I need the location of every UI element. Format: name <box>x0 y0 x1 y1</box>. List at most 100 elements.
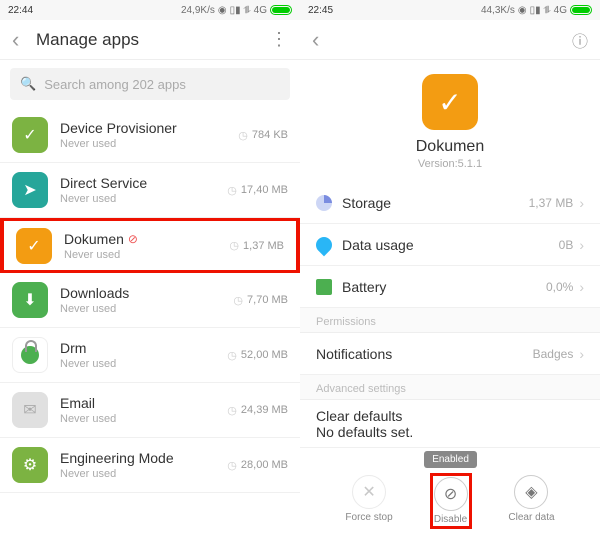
chevron-right-icon: › <box>579 237 584 253</box>
app-card: ✓ Dokumen Version:5.1.1 <box>300 60 600 182</box>
action-bar: ✕ Force stop Enabled ⊘ Disable ◈ Clear d… <box>300 475 600 527</box>
app-row[interactable]: ⚙Engineering ModeNever used◷ 28,00 MB <box>0 438 300 493</box>
app-row[interactable]: DrmNever used◷ 52,00 MB <box>0 328 300 383</box>
row-battery[interactable]: Battery 0,0% › <box>300 266 600 308</box>
app-size: ◷ 784 KB <box>238 129 288 142</box>
back-icon[interactable]: ‹ <box>12 27 30 53</box>
app-row[interactable]: ➤ Direct Service Never used◷ 17,40 MB <box>0 163 300 218</box>
app-size: ◷ 52,00 MB <box>227 349 288 362</box>
chevron-right-icon: › <box>579 346 584 362</box>
status-time: 22:45 <box>308 5 333 16</box>
clock-icon: ◷ <box>238 129 248 142</box>
page-title: Manage apps <box>36 30 139 50</box>
clock-icon: ◷ <box>233 294 243 307</box>
battery-icon <box>270 5 292 15</box>
tooltip: Enabled <box>424 451 477 468</box>
wifi-icon: ◉ <box>518 5 527 16</box>
app-text: DrmNever used <box>60 340 227 370</box>
status-time: 22:44 <box>8 5 33 16</box>
signal-icon: ▯▮ ⥮ <box>230 5 251 16</box>
battery-icon <box>570 5 592 15</box>
search-input[interactable]: 🔍 Search among 202 apps <box>10 68 290 100</box>
row-label: Notifications <box>316 346 392 362</box>
forbid-icon: ⊘ <box>434 477 468 511</box>
row-label: Clear defaults <box>316 408 402 424</box>
erase-icon: ◈ <box>514 475 548 509</box>
chevron-right-icon: › <box>579 195 584 211</box>
app-size: ◷ 1,37 MB <box>229 239 284 252</box>
clock-icon: ◷ <box>227 459 237 472</box>
app-icon: ✓ <box>16 228 52 264</box>
app-name: Downloads <box>60 285 233 301</box>
app-text: Engineering Mode Never used <box>60 450 227 480</box>
clock-icon: ◷ <box>229 239 239 252</box>
app-icon: ➤ <box>12 172 48 208</box>
manage-apps-screen: 22:44 24,9K/s ◉ ▯▮ ⥮ 4G ‹ Manage apps ⋮ … <box>0 0 300 533</box>
row-data-usage[interactable]: Data usage 0B › <box>300 224 600 266</box>
force-stop-button[interactable]: ✕ Force stop <box>345 475 392 527</box>
app-row[interactable]: ✉EmailNever used◷ 24,39 MB <box>0 383 300 438</box>
app-sub: Never used <box>64 249 229 261</box>
app-sub: Never used <box>60 193 227 205</box>
app-detail-screen: 22:45 44,3K/s ◉ ▯▮ ⥮ 4G ‹ ⓘ ✓ Dokumen Ve… <box>300 0 600 533</box>
app-version: Version:5.1.1 <box>418 158 482 170</box>
row-label: Battery <box>342 279 386 295</box>
network-label: 4G <box>254 5 267 16</box>
app-name: Drm <box>60 340 227 356</box>
app-size: ◷ 17,40 MB <box>227 184 288 197</box>
app-row[interactable]: ✓ Device Provisioner Never used◷ 784 KB <box>0 108 300 163</box>
clear-data-button[interactable]: ◈ Clear data <box>508 475 554 527</box>
app-text: Direct Service Never used <box>60 175 227 205</box>
app-size: ◷ 7,70 MB <box>233 294 288 307</box>
clock-icon: ◷ <box>227 349 237 362</box>
signal-icon: ▯▮ ⥮ <box>530 5 551 16</box>
header: ‹ Manage apps ⋮ <box>0 20 300 60</box>
app-name: Email <box>60 395 227 411</box>
app-list: ✓Device ProvisionerNever used◷ 784 KB➤Di… <box>0 108 300 533</box>
app-icon <box>12 337 48 373</box>
app-text: DownloadsNever used <box>60 285 233 315</box>
wifi-icon: ◉ <box>218 5 227 16</box>
app-icon: ✓ <box>422 74 478 130</box>
disable-button[interactable]: Enabled ⊘ Disable <box>432 475 470 527</box>
row-storage[interactable]: Storage 1,37 MB › <box>300 182 600 224</box>
status-speed: 24,9K/s <box>181 5 215 16</box>
back-icon[interactable]: ‹ <box>312 27 330 53</box>
row-value: Badges <box>533 347 574 361</box>
action-label: Disable <box>434 514 467 525</box>
section-permissions: Permissions <box>300 308 600 333</box>
network-label: 4G <box>554 5 567 16</box>
app-icon: ✓ <box>12 117 48 153</box>
app-size: ◷ 24,39 MB <box>227 404 288 417</box>
app-sub: Never used <box>60 138 238 150</box>
app-name: Direct Service <box>60 175 227 191</box>
disabled-icon: ⊘ <box>128 232 138 246</box>
app-icon: ⬇ <box>12 282 48 318</box>
battery-sm-icon <box>316 279 332 295</box>
search-placeholder: Search among 202 apps <box>44 77 186 92</box>
app-text: Device Provisioner Never used <box>60 120 238 150</box>
drop-icon <box>313 233 336 256</box>
menu-icon[interactable]: ⋮ <box>270 29 288 50</box>
row-value: 0,0% <box>546 280 573 294</box>
action-label: Force stop <box>345 512 392 523</box>
row-label: Data usage <box>342 237 414 253</box>
status-speed: 44,3K/s <box>481 5 515 16</box>
row-notifications[interactable]: Notifications Badges › <box>300 333 600 375</box>
app-row[interactable]: ⬇ DownloadsNever used◷ 7,70 MB <box>0 273 300 328</box>
app-row[interactable]: ✓Dokumen ⊘Never used◷ 1,37 MB <box>0 218 300 273</box>
app-sub: Never used <box>60 468 227 480</box>
app-name: Engineering Mode <box>60 450 227 466</box>
clock-icon: ◷ <box>227 404 237 417</box>
row-value: 0B <box>559 238 574 252</box>
chevron-right-icon: › <box>579 279 584 295</box>
status-bar: 22:45 44,3K/s ◉ ▯▮ ⥮ 4G <box>300 0 600 20</box>
row-clear-defaults[interactable]: Clear defaults No defaults set. <box>300 400 600 448</box>
section-advanced: Advanced settings <box>300 375 600 400</box>
pie-icon <box>316 195 332 211</box>
status-bar: 22:44 24,9K/s ◉ ▯▮ ⥮ 4G <box>0 0 300 20</box>
app-icon: ✉ <box>12 392 48 428</box>
info-icon[interactable]: ⓘ <box>572 28 588 52</box>
action-label: Clear data <box>508 512 554 523</box>
app-name: Device Provisioner <box>60 120 238 136</box>
